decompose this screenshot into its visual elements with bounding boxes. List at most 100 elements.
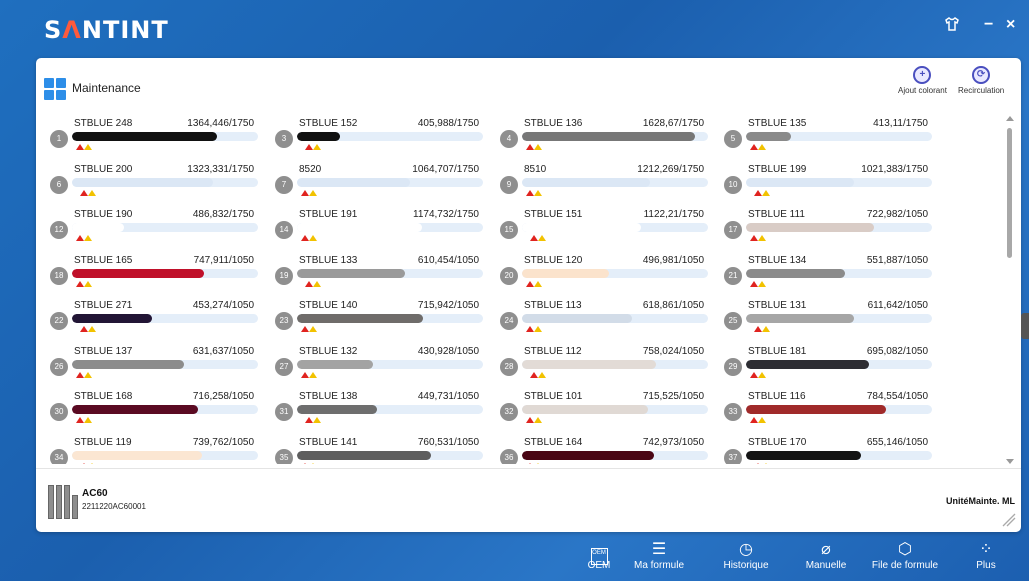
colorant-name: STBLUE 131 — [748, 300, 807, 311]
scrollbar[interactable] — [1004, 114, 1016, 464]
level-bar-track — [297, 359, 483, 369]
colorant-level-value: 1323,331/1750 — [187, 163, 254, 175]
colorant-level-value: 551,887/1050 — [866, 254, 928, 266]
scroll-down-icon[interactable] — [1006, 459, 1014, 464]
colorant-level-value: 1364,446/1750 — [187, 118, 254, 129]
scroll-up-icon[interactable] — [1006, 116, 1014, 121]
colorant-name: STBLUE 141 — [299, 436, 358, 448]
colorant-cell[interactable]: 36 STBLUE 164 742,973/1050 — [496, 435, 714, 464]
yellow-warning-icon — [758, 280, 766, 287]
canister-number-badge: 18 — [50, 266, 68, 285]
colorant-cell[interactable]: 6 STBLUE 200 1323,331/1750 — [46, 162, 264, 202]
colorant-cell[interactable]: 17 STBLUE 111 722,982/1050 — [720, 207, 938, 247]
scrollbar-thumb[interactable] — [1007, 128, 1012, 258]
colorant-cell[interactable]: 31 STBLUE 138 449,731/1050 — [271, 389, 489, 429]
colorant-name: STBLUE 138 — [299, 391, 358, 402]
recirculation-button[interactable]: ⟳ Recirculation — [958, 66, 1004, 95]
level-bar-track — [72, 268, 258, 278]
colorant-level-value: 742,973/1050 — [642, 436, 704, 448]
manual-icon: ⌀ — [821, 541, 831, 558]
red-warning-icon — [750, 417, 758, 423]
red-warning-icon — [301, 371, 309, 378]
colorant-cell[interactable]: 14 STBLUE 191 1174,732/1750 — [271, 207, 489, 247]
canister-number-badge: 6 — [50, 175, 68, 194]
colorant-name: STBLUE 133 — [299, 254, 358, 266]
canister-number-badge: 20 — [500, 266, 518, 285]
red-warning-icon — [750, 144, 758, 150]
colorant-cell[interactable]: 27 STBLUE 132 430,928/1050 — [271, 344, 489, 384]
colorant-name: 8520 — [299, 163, 322, 175]
red-warning-icon — [754, 326, 762, 332]
colorant-cell[interactable]: 33 STBLUE 116 784,554/1050 — [720, 389, 938, 429]
level-bar-fill — [72, 223, 125, 232]
yellow-warning-icon — [758, 417, 766, 423]
level-bar-track — [297, 223, 483, 232]
colorant-cell[interactable]: 4 STBLUE 136 1628,67/1750 — [496, 116, 714, 156]
canister-number-badge: 30 — [50, 403, 68, 421]
red-warning-icon — [76, 417, 84, 423]
nav-ma-formule[interactable]: ☰ Ma formule — [624, 540, 694, 571]
level-bar-fill — [297, 268, 405, 278]
close-button[interactable]: × — [1006, 16, 1015, 34]
colorant-name: STBLUE 134 — [748, 254, 807, 266]
colorant-cell[interactable]: 32 STBLUE 101 715,525/1050 — [496, 389, 714, 429]
nav-plus[interactable]: ⁘ Plus — [958, 540, 1014, 571]
colorant-level-value: 758,024/1050 — [642, 345, 704, 357]
colorant-level-value: 610,454/1050 — [417, 254, 479, 266]
red-warning-icon — [530, 371, 538, 378]
colorant-cell[interactable]: 26 STBLUE 137 631,637/1050 — [46, 344, 264, 384]
colorant-cell[interactable]: 37 STBLUE 170 655,146/1050 — [720, 435, 938, 464]
level-bar-track — [746, 268, 932, 278]
colorant-cell[interactable]: 22 STBLUE 271 453,274/1050 — [46, 298, 264, 338]
canister-number-badge: 27 — [275, 357, 293, 376]
colorant-cell[interactable]: 1 STBLUE 248 1364,446/1750 — [46, 116, 264, 156]
level-bar-track — [297, 405, 483, 414]
colorant-level-value: 760,531/1050 — [417, 436, 479, 448]
colorant-cell[interactable]: 15 STBLUE 151 1122,21/1750 — [496, 207, 714, 247]
level-bar-track — [522, 132, 708, 141]
nav-file-de-formule[interactable]: ⬡ File de formule — [863, 540, 947, 571]
red-warning-icon — [754, 189, 762, 196]
colorant-level-value: 716,258/1050 — [192, 391, 254, 402]
colorant-level-value: 1122,21/1750 — [643, 209, 704, 220]
maintenance-grid-icon — [44, 78, 66, 100]
resize-grip-icon[interactable] — [1001, 512, 1017, 528]
colorant-cell[interactable]: 19 STBLUE 133 610,454/1050 — [271, 253, 489, 293]
side-panel-tab[interactable] — [1021, 313, 1029, 339]
colorant-cell[interactable]: 10 STBLUE 199 1021,383/1750 — [720, 162, 938, 202]
nav-historique[interactable]: ◷ Historique — [711, 540, 781, 571]
colorant-cell[interactable]: 20 STBLUE 120 496,981/1050 — [496, 253, 714, 293]
add-colorant-icon: + — [913, 66, 932, 84]
colorant-cell[interactable]: 30 STBLUE 168 716,258/1050 — [46, 389, 264, 429]
colorant-cell[interactable]: 35 STBLUE 141 760,531/1050 — [271, 435, 489, 464]
colorant-cell[interactable]: 34 STBLUE 119 739,762/1050 — [46, 435, 264, 464]
colorant-cell[interactable]: 18 STBLUE 165 747,911/1050 — [46, 253, 264, 293]
colorant-cell[interactable]: 7 8520 1064,707/1750 — [271, 162, 489, 202]
tshirt-icon[interactable] — [944, 16, 960, 37]
colorant-cell[interactable]: 12 STBLUE 190 486,832/1750 — [46, 207, 264, 247]
colorant-cell[interactable]: 21 STBLUE 134 551,887/1050 — [720, 253, 938, 293]
yellow-warning-icon — [84, 417, 92, 423]
colorant-cell[interactable]: 9 8510 1212,269/1750 — [496, 162, 714, 202]
level-bar-track — [522, 223, 708, 232]
canister-number-badge: 4 — [500, 130, 518, 148]
red-warning-icon — [530, 235, 538, 241]
nav-manuelle[interactable]: ⌀ Manuelle — [791, 540, 861, 571]
colorant-cell[interactable]: 24 STBLUE 113 618,861/1050 — [496, 298, 714, 338]
level-bar-fill — [522, 177, 651, 187]
level-bar-track — [72, 177, 258, 187]
level-bar-track — [297, 268, 483, 278]
colorant-level-value: 1021,383/1750 — [861, 163, 928, 175]
level-bar-fill — [522, 223, 642, 232]
colorant-cell[interactable]: 25 STBLUE 131 611,642/1050 — [720, 298, 938, 338]
colorant-cell[interactable]: 28 STBLUE 112 758,024/1050 — [496, 344, 714, 384]
colorant-cell[interactable]: 5 STBLUE 135 413,11/1750 — [720, 116, 938, 156]
colorant-name: STBLUE 168 — [74, 391, 133, 402]
colorant-cell[interactable]: 29 STBLUE 181 695,082/1050 — [720, 344, 938, 384]
minimize-button[interactable]: − — [984, 16, 993, 34]
add-colorant-button[interactable]: + Ajout colorant — [898, 66, 947, 95]
canister-number-badge: 34 — [50, 448, 68, 464]
red-warning-icon — [526, 280, 534, 287]
colorant-cell[interactable]: 3 STBLUE 152 405,988/1750 — [271, 116, 489, 156]
colorant-cell[interactable]: 23 STBLUE 140 715,942/1050 — [271, 298, 489, 338]
